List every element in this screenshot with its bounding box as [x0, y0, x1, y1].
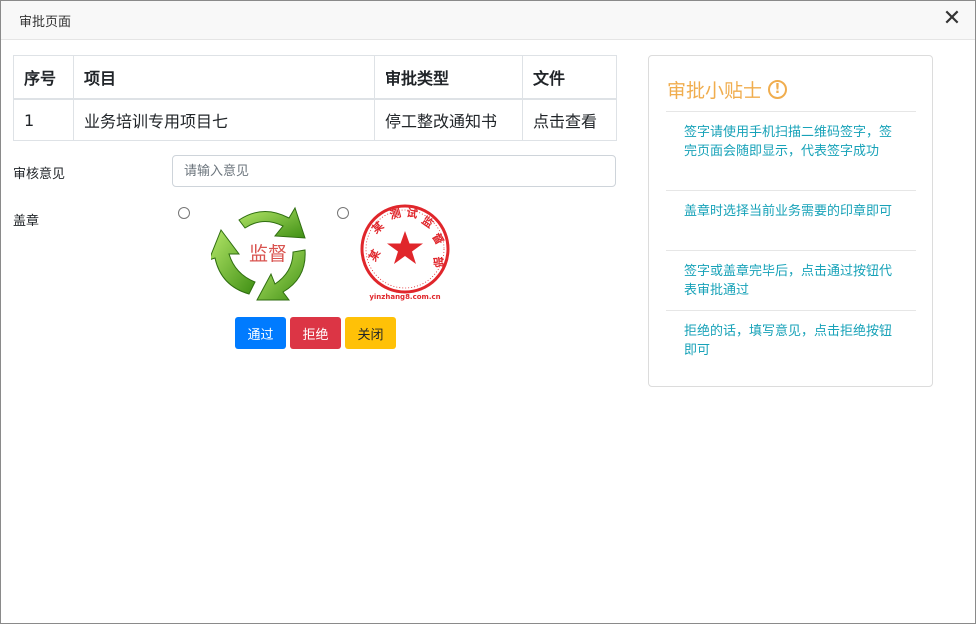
approval-tips-panel: 审批小贴士 ! 签字请使用手机扫描二维码签字，签完页面会随即显示，代表签字成功 … — [648, 55, 933, 387]
red-stamp-seal[interactable]: 某 某 测 试 监 督 部 yinzhang8.com.cn — [358, 202, 452, 302]
column-header-file: 文件 — [522, 55, 617, 100]
svg-text:部: 部 — [431, 256, 446, 268]
pass-button[interactable]: 通过 — [235, 317, 286, 349]
svg-text:yinzhang8.com.cn: yinzhang8.com.cn — [369, 293, 440, 301]
svg-text:试: 试 — [405, 205, 418, 221]
tips-title: 审批小贴士 — [667, 79, 763, 102]
opinion-label: 审核意见 — [13, 167, 66, 182]
exclamation-circle-icon: ! — [768, 79, 788, 99]
close-button[interactable]: 关闭 — [345, 317, 396, 349]
seal-radio-red-stamp[interactable] — [337, 207, 349, 219]
svg-text:测: 测 — [388, 206, 402, 222]
recycle-arrows-seal-icon: 监督 — [208, 206, 306, 301]
tips-header: 审批小贴士 ! — [667, 76, 788, 102]
approval-dialog: 审批页面 ✕ 序号 项目 审批类型 文件 1 业务培训专用项目七 停工整改通知书… — [0, 0, 976, 624]
column-header-index: 序号 — [13, 55, 74, 100]
svg-text:某: 某 — [365, 246, 384, 264]
approval-table: 序号 项目 审批类型 文件 1 业务培训专用项目七 停工整改通知书 点击查看 — [13, 55, 617, 141]
cell-index: 1 — [13, 98, 74, 141]
tip-item: 签字或盖章完毕后，点击通过按钮代表审批通过 — [666, 250, 916, 310]
view-file-link[interactable]: 点击查看 — [522, 98, 617, 141]
cell-project: 业务培训专用项目七 — [73, 98, 375, 141]
seal-radio-supervision[interactable] — [178, 207, 190, 219]
dialog-titlebar: 审批页面 ✕ — [1, 1, 975, 40]
column-header-type: 审批类型 — [374, 55, 523, 100]
supervision-seal[interactable]: 监督 — [208, 202, 311, 302]
tip-item: 签字请使用手机扫描二维码签字，签完页面会随即显示，代表签字成功 — [666, 111, 916, 191]
reject-button[interactable]: 拒绝 — [290, 317, 341, 349]
tip-item: 盖章时选择当前业务需要的印章即可 — [666, 190, 916, 250]
tip-item: 拒绝的话，填写意见，点击拒绝按钮即可 — [666, 310, 916, 370]
seal-label: 盖章 — [13, 214, 40, 229]
column-header-project: 项目 — [73, 55, 375, 100]
cell-type: 停工整改通知书 — [374, 98, 523, 141]
close-icon[interactable]: ✕ — [941, 8, 963, 30]
dialog-title: 审批页面 — [19, 15, 72, 30]
opinion-input[interactable] — [172, 155, 616, 187]
table-row: 1 业务培训专用项目七 停工整改通知书 点击查看 — [13, 98, 617, 141]
svg-text:监督: 监督 — [249, 243, 287, 265]
red-round-stamp-icon: 某 某 测 试 监 督 部 yinzhang8.com.cn — [360, 204, 450, 301]
table-header-row: 序号 项目 审批类型 文件 — [13, 55, 617, 100]
